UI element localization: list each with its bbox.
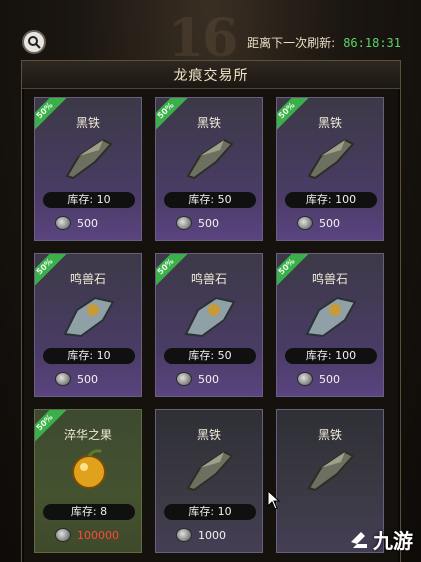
coin-icon	[176, 216, 192, 230]
price: 500	[297, 372, 340, 386]
item-name: 黑铁	[317, 428, 342, 442]
beast-stone-icon	[305, 296, 357, 338]
coin-icon	[297, 372, 313, 386]
golden-fruit-icon	[72, 449, 106, 489]
stock-label: 库存: 50	[164, 192, 256, 208]
watermark: 九游	[347, 525, 413, 554]
refresh-label: 距离下一次刷新:	[247, 36, 336, 50]
mouse-cursor-icon	[267, 490, 281, 510]
item-name: 鸣兽石	[69, 272, 106, 286]
stock-label: 库存: 100	[285, 348, 377, 364]
top-bar: 距离下一次刷新: 86:18:31	[0, 0, 421, 60]
coin-icon	[297, 216, 313, 230]
coin-icon	[55, 528, 71, 542]
price: 1000	[176, 528, 226, 542]
coin-icon	[55, 216, 71, 230]
stock-label: 库存: 8	[43, 504, 135, 520]
beast-stone-icon	[63, 296, 115, 338]
item-name: 黑铁	[196, 116, 221, 130]
item-grid: 50% 黑铁 库存: 10 500 50% 黑铁 库存: 50 500 50% …	[34, 97, 384, 553]
price-value: 500	[198, 372, 219, 386]
watermark-text: 九游	[373, 529, 413, 553]
price: 100000	[55, 528, 119, 542]
item-card[interactable]: 50% 黑铁 库存: 100 500	[276, 97, 384, 241]
item-card[interactable]: 50% 鸣兽石 库存: 50 500	[155, 253, 263, 397]
price-value: 1000	[198, 528, 226, 542]
item-card[interactable]: 50% 鸣兽石 库存: 10 500	[34, 253, 142, 397]
search-icon	[28, 36, 41, 49]
price: 500	[176, 372, 219, 386]
item-card[interactable]: 黑铁 库存: 10 1000	[155, 409, 263, 553]
exchange-panel: 龙痕交易所 50% 黑铁 库存: 10 500 50% 黑铁 库存: 50 50…	[21, 60, 401, 562]
price-value: 500	[198, 216, 219, 230]
price: 500	[176, 216, 219, 230]
item-card[interactable]: 50% 黑铁 库存: 50 500	[155, 97, 263, 241]
price: 500	[297, 216, 340, 230]
item-name: 黑铁	[75, 116, 100, 130]
price-value: 500	[319, 372, 340, 386]
black-iron-icon	[65, 138, 113, 180]
item-card[interactable]: 50% 黑铁 库存: 10 500	[34, 97, 142, 241]
refresh-timer: 86:18:31	[343, 36, 401, 50]
item-card[interactable]: 50% 淬华之果 库存: 8 100000	[34, 409, 142, 553]
refresh-countdown: 距离下一次刷新: 86:18:31	[247, 34, 401, 51]
item-card[interactable]: 50% 鸣兽石 库存: 100 500	[276, 253, 384, 397]
price: 500	[55, 216, 98, 230]
coin-icon	[55, 372, 71, 386]
beast-stone-icon	[184, 296, 236, 338]
panel-title: 龙痕交易所	[22, 61, 400, 89]
item-name: 黑铁	[196, 428, 221, 442]
price-value: 100000	[77, 528, 119, 542]
stock-label: 库存: 10	[43, 348, 135, 364]
black-iron-icon	[186, 450, 234, 492]
stock-label: 库存: 10	[164, 504, 256, 520]
stock-label: 库存: 50	[164, 348, 256, 364]
item-name: 黑铁	[317, 116, 342, 130]
price-value: 500	[77, 372, 98, 386]
watermark-logo-icon	[351, 531, 367, 548]
black-iron-icon	[307, 450, 355, 492]
price: 500	[55, 372, 98, 386]
item-name: 鸣兽石	[311, 272, 348, 286]
black-iron-icon	[307, 138, 355, 180]
item-name: 淬华之果	[63, 428, 112, 442]
coin-icon	[176, 372, 192, 386]
search-button[interactable]	[22, 30, 46, 54]
black-iron-icon	[186, 138, 234, 180]
coin-icon	[176, 528, 192, 542]
item-name: 鸣兽石	[190, 272, 227, 286]
stock-label: 库存: 100	[285, 192, 377, 208]
price-value: 500	[77, 216, 98, 230]
price-value: 500	[319, 216, 340, 230]
stock-label: 库存: 10	[43, 192, 135, 208]
